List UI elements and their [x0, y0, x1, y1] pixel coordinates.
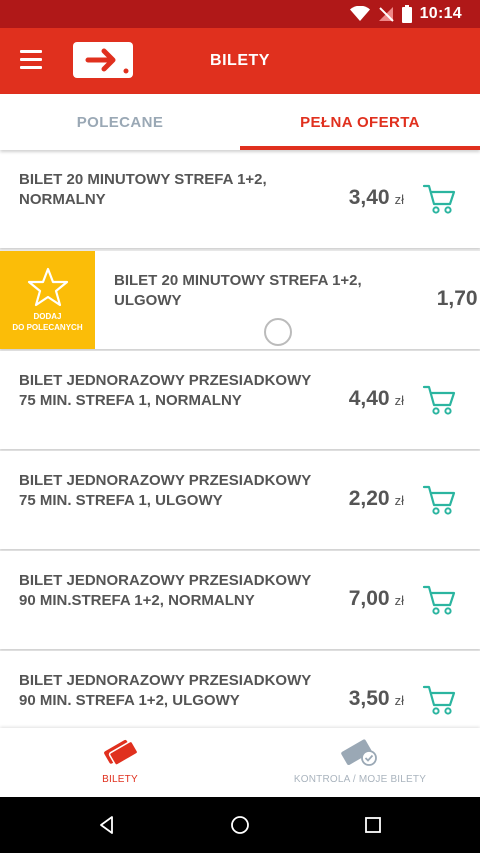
tab-pelna-oferta[interactable]: PEŁNA OFERTA — [240, 94, 480, 150]
ticket-title-line: BILET JEDNORAZOWY PRZESIADKOWY — [19, 372, 312, 389]
nav-label: KONTROLA / MOJE BILETY — [293, 774, 427, 785]
cart-icon[interactable] — [422, 384, 456, 416]
home-icon[interactable] — [229, 814, 251, 836]
ticket-title-line: BILET JEDNORAZOWY PRZESIADKOWY — [19, 672, 312, 689]
ticket-card[interactable]: BILET JEDNORAZOWY PRZESIADKOWY 75 MIN. S… — [0, 451, 480, 549]
favorite-label-line: DO POLECANYCH — [12, 323, 83, 332]
cart-icon[interactable] — [422, 484, 456, 516]
ticket-list[interactable]: BILET 20 MINUTOWY STREFA 1+2, NORMALNY 3… — [0, 150, 480, 728]
favorite-label-line: DODAJ — [33, 312, 62, 321]
recents-icon[interactable] — [362, 814, 384, 836]
price-value: 3,50 — [348, 687, 390, 710]
ticket-title: BILET JEDNORAZOWY PRZESIADKOWY 75 MIN. S… — [19, 471, 329, 511]
price-currency: zł — [394, 593, 404, 608]
price-value: 1,70 — [436, 287, 478, 310]
ticket-title: BILET 20 MINUTOWY STREFA 1+2, ULGOWY — [114, 271, 424, 311]
ticket-price: 2,20 zł — [349, 487, 404, 511]
status-bar: 10:14 — [0, 0, 480, 28]
price-value: 2,20 — [348, 487, 390, 510]
ticket-card[interactable]: BILET JEDNORAZOWY PRZESIADKOWY 90 MIN. S… — [0, 651, 480, 728]
ticket-title-line: BILET 20 MINUTOWY STREFA 1+2, — [19, 171, 267, 188]
ticket-card[interactable]: BILET JEDNORAZOWY PRZESIADKOWY 75 MIN. S… — [0, 351, 480, 449]
price-value: 3,40 — [348, 186, 390, 209]
add-to-favorites-button[interactable]: DODAJ DO POLECANYCH — [0, 251, 95, 349]
back-icon[interactable] — [96, 814, 118, 836]
ticket-card[interactable]: BILET JEDNORAZOWY PRZESIADKOWY 90 MIN.ST… — [0, 551, 480, 649]
nav-label: BILETY — [102, 774, 138, 785]
price-currency: zł — [394, 693, 404, 708]
ticket-title-line: 90 MIN.STREFA 1+2, NORMALNY — [19, 592, 255, 609]
price-value: 4,40 — [348, 387, 390, 410]
status-icons: 10:14 — [349, 4, 462, 24]
active-tab-indicator — [240, 146, 480, 150]
page-title: BILETY — [210, 52, 270, 69]
price-currency: zł — [394, 493, 404, 508]
tab-polecane[interactable]: POLECANE — [0, 94, 240, 150]
ticket-title: BILET 20 MINUTOWY STREFA 1+2, NORMALNY — [19, 170, 329, 210]
system-navigation-bar — [0, 797, 480, 853]
ticket-price: 1,70 zł — [437, 287, 480, 311]
ticket-title: BILET JEDNORAZOWY PRZESIADKOWY 90 MIN. S… — [19, 671, 329, 711]
nav-bilety[interactable]: BILETY — [0, 728, 240, 797]
tab-bar: POLECANE PEŁNA OFERTA — [0, 94, 480, 150]
price-value: 7,00 — [348, 587, 390, 610]
ticket-title-line: NORMALNY — [19, 191, 106, 208]
status-time: 10:14 — [419, 5, 462, 22]
ticket-title-line: BILET 20 MINUTOWY STREFA 1+2, — [114, 272, 362, 289]
favorite-label: DODAJ DO POLECANYCH — [0, 311, 95, 333]
bottom-navigation: BILETY KONTROLA / MOJE BILETY — [0, 728, 480, 797]
ticket-title: BILET JEDNORAZOWY PRZESIADKOWY 75 MIN. S… — [19, 371, 329, 411]
ticket-title-line: ULGOWY — [114, 292, 182, 309]
touch-ripple — [264, 318, 292, 346]
ticket-title: BILET JEDNORAZOWY PRZESIADKOWY 90 MIN.ST… — [19, 571, 329, 611]
ticket-title-line: 75 MIN. STREFA 1, NORMALNY — [19, 392, 242, 409]
ticket-price: 7,00 zł — [349, 587, 404, 611]
ticket-price: 4,40 zł — [349, 387, 404, 411]
ticket-title-line: BILET JEDNORAZOWY PRZESIADKOWY — [19, 572, 312, 589]
cart-icon[interactable] — [422, 684, 456, 716]
nav-kontrola-moje-bilety[interactable]: KONTROLA / MOJE BILETY — [240, 728, 480, 797]
ticket-title-line: 90 MIN. STREFA 1+2, ULGOWY — [19, 692, 240, 709]
app-bar: BILETY — [0, 28, 480, 94]
wifi-icon — [349, 6, 370, 21]
star-icon — [27, 267, 69, 307]
price-currency: zł — [394, 393, 404, 408]
ticket-card[interactable]: DODAJ DO POLECANYCH BILET 20 MINUTOWY ST… — [0, 251, 480, 349]
ticket-title-line: 75 MIN. STREFA 1, ULGOWY — [19, 492, 223, 509]
cart-icon[interactable] — [422, 584, 456, 616]
no-signal-icon — [378, 7, 394, 22]
ticket-title-line: BILET JEDNORAZOWY PRZESIADKOWY — [19, 472, 312, 489]
ticket-price: 3,50 zł — [349, 687, 404, 711]
ticket-price: 3,40 zł — [349, 186, 404, 210]
tickets-icon — [104, 739, 139, 766]
cart-icon[interactable] — [422, 183, 456, 215]
ticket-check-icon — [341, 739, 377, 766]
ticket-card[interactable]: BILET 20 MINUTOWY STREFA 1+2, NORMALNY 3… — [0, 150, 480, 248]
battery-icon — [401, 5, 412, 23]
price-currency: zł — [394, 192, 404, 207]
